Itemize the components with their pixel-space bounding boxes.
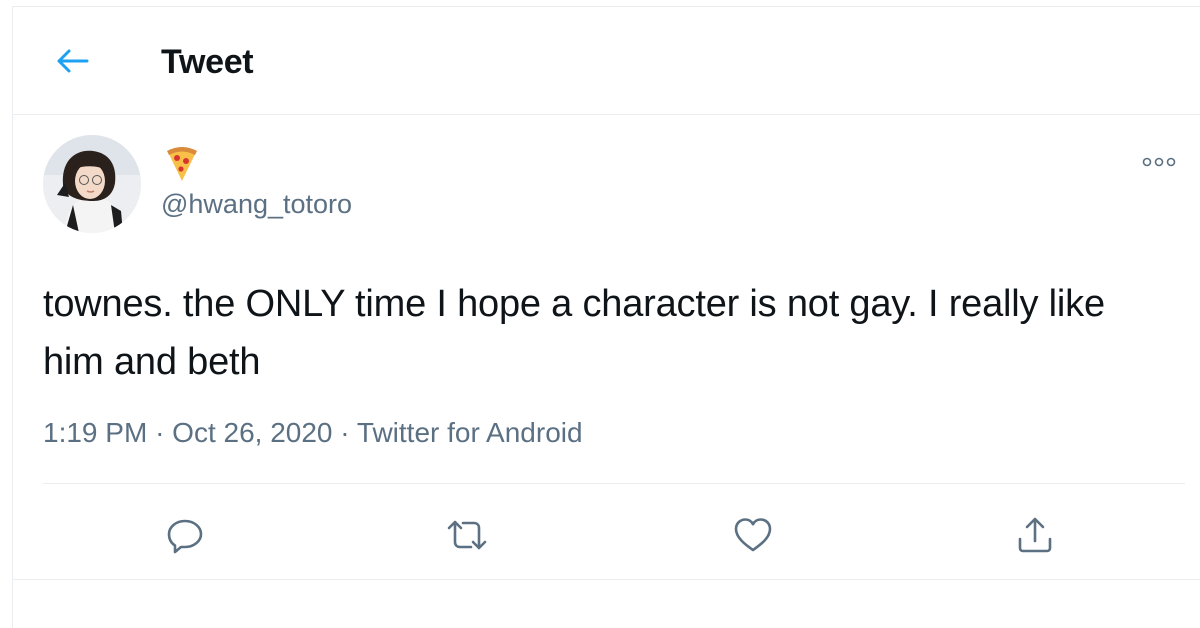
avatar-image bbox=[43, 135, 141, 233]
reply-icon bbox=[167, 519, 203, 554]
retweet-button[interactable] bbox=[441, 509, 493, 561]
share-button[interactable] bbox=[1009, 509, 1061, 561]
retweet-icon bbox=[447, 520, 487, 550]
tweet-page: Tweet @hwang_totoro townes. the ONLY tim… bbox=[12, 6, 1200, 628]
share-icon bbox=[1018, 517, 1052, 553]
reply-button[interactable] bbox=[159, 509, 211, 561]
more-options-button[interactable] bbox=[1139, 151, 1179, 173]
divider bbox=[43, 483, 1185, 484]
more-options-icon bbox=[1142, 157, 1176, 167]
bottom-border bbox=[13, 579, 1200, 580]
like-button[interactable] bbox=[727, 509, 779, 561]
tweet-text: townes. the ONLY time I hope a character… bbox=[43, 283, 1105, 383]
tweet-date[interactable]: Oct 26, 2020 bbox=[172, 417, 332, 448]
tweet-meta: 1:19 PM · Oct 26, 2020 · Twitter for And… bbox=[43, 415, 583, 451]
page-header: Tweet bbox=[13, 7, 1200, 115]
user-handle[interactable]: @hwang_totoro bbox=[161, 187, 352, 221]
meta-separator: · bbox=[155, 417, 165, 448]
page-title: Tweet bbox=[161, 43, 254, 81]
avatar[interactable] bbox=[43, 135, 141, 233]
meta-separator: · bbox=[340, 417, 350, 448]
arrow-left-icon bbox=[57, 49, 89, 73]
back-button[interactable] bbox=[53, 41, 93, 81]
tweet-source[interactable]: Twitter for Android bbox=[357, 417, 583, 448]
tweet-time[interactable]: 1:19 PM bbox=[43, 417, 147, 448]
pizza-icon bbox=[165, 145, 199, 183]
heart-icon bbox=[734, 518, 772, 552]
